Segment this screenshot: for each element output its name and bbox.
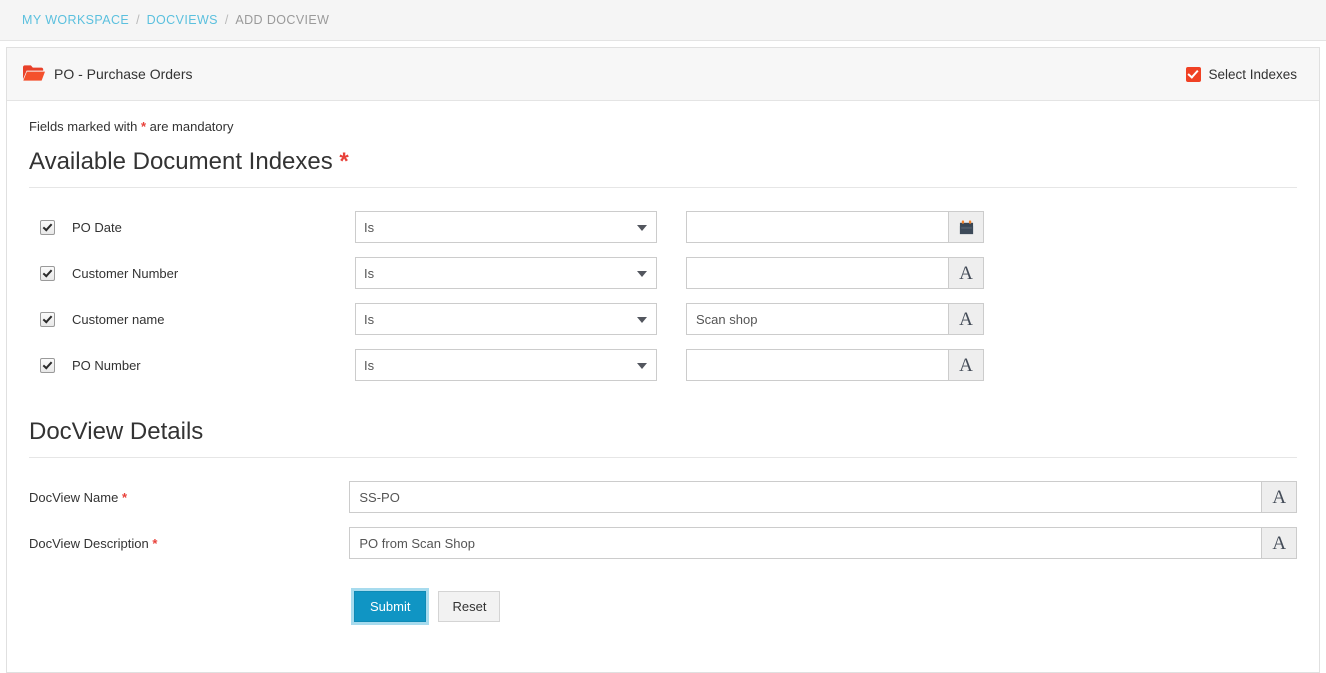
- index-operator-wrap: Is: [355, 349, 657, 381]
- breadcrumb-separator: /: [225, 13, 228, 27]
- index-value-input-po-number[interactable]: [686, 349, 948, 381]
- index-operator-select-customer-name[interactable]: Is: [355, 303, 657, 335]
- index-checkbox-customer-name[interactable]: [40, 312, 55, 327]
- breadcrumb-item-docviews[interactable]: DOCVIEWS: [147, 13, 218, 27]
- index-checkbox-cell: [29, 358, 72, 373]
- index-checkbox-cell: [29, 220, 72, 235]
- available-indexes-title-text: Available Document Indexes: [29, 148, 333, 175]
- text-type-button[interactable]: A: [948, 349, 984, 381]
- available-indexes-required-star: *: [339, 148, 348, 175]
- text-type-button[interactable]: A: [1261, 481, 1297, 513]
- index-label-po-date: PO Date: [72, 220, 355, 235]
- docview-name-label: DocView Name *: [29, 490, 349, 505]
- alpha-type-icon: A: [1272, 534, 1286, 553]
- select-indexes-checkbox[interactable]: [1186, 67, 1201, 82]
- available-indexes-title: Available Document Indexes *: [29, 148, 1297, 176]
- reset-button[interactable]: Reset: [438, 591, 500, 622]
- index-value-group-po-number: A: [686, 349, 984, 381]
- alpha-type-icon: A: [959, 310, 973, 329]
- detail-row: DocView Description * A: [29, 520, 1297, 566]
- docview-name-input[interactable]: [349, 481, 1261, 513]
- index-value-input-po-date[interactable]: [686, 211, 948, 243]
- section-divider: [29, 187, 1297, 188]
- docview-panel: PO - Purchase Orders Select Indexes Fiel…: [6, 47, 1320, 673]
- alpha-type-icon: A: [1272, 488, 1286, 507]
- text-type-button[interactable]: A: [948, 257, 984, 289]
- docview-details-section: DocView Details DocView Name * A DocView…: [29, 418, 1297, 622]
- index-operator-select-po-number[interactable]: Is: [355, 349, 657, 381]
- panel-title: PO - Purchase Orders: [54, 66, 193, 82]
- alpha-type-icon: A: [959, 264, 973, 283]
- calendar-picker-button[interactable]: [948, 211, 984, 243]
- index-operator-wrap: Is: [355, 257, 657, 289]
- index-checkbox-cell: [29, 312, 72, 327]
- index-value-input-customer-number[interactable]: [686, 257, 948, 289]
- index-checkbox-po-number[interactable]: [40, 358, 55, 373]
- index-checkbox-cell: [29, 266, 72, 281]
- docview-details-title: DocView Details: [29, 418, 1297, 446]
- docview-name-required-star: *: [122, 490, 127, 505]
- breadcrumb: MY WORKSPACE / DOCVIEWS / ADD DOCVIEW: [0, 0, 1326, 41]
- breadcrumb-item-add-docview: ADD DOCVIEW: [235, 13, 329, 27]
- mandatory-note-prefix: Fields marked with: [29, 119, 141, 134]
- index-operator-select-po-date[interactable]: Is: [355, 211, 657, 243]
- detail-row: DocView Name * A: [29, 474, 1297, 520]
- details-divider: [29, 457, 1297, 458]
- form-actions: Submit Reset: [29, 591, 1297, 622]
- docview-description-input[interactable]: [349, 527, 1261, 559]
- docview-description-label: DocView Description *: [29, 536, 349, 551]
- index-operator-wrap: Is: [355, 303, 657, 335]
- docview-description-required-star: *: [152, 536, 157, 551]
- breadcrumb-separator: /: [136, 13, 139, 27]
- index-operator-select-customer-number[interactable]: Is: [355, 257, 657, 289]
- text-type-button[interactable]: A: [948, 303, 984, 335]
- index-checkbox-po-date[interactable]: [40, 220, 55, 235]
- index-label-po-number: PO Number: [72, 358, 355, 373]
- panel-body: Fields marked with * are mandatory Avail…: [7, 101, 1319, 622]
- docview-description-label-text: DocView Description: [29, 536, 149, 551]
- index-row: Customer name Is A: [29, 296, 1297, 342]
- index-row: PO Number Is A: [29, 342, 1297, 388]
- text-type-button[interactable]: A: [1261, 527, 1297, 559]
- folder-icon: [23, 65, 45, 84]
- index-checkbox-customer-number[interactable]: [40, 266, 55, 281]
- index-value-input-customer-name[interactable]: [686, 303, 948, 335]
- index-value-group-customer-name: A: [686, 303, 984, 335]
- select-indexes-label: Select Indexes: [1208, 67, 1297, 82]
- mandatory-note-suffix: are mandatory: [146, 119, 233, 134]
- index-row: PO Date Is: [29, 204, 1297, 250]
- panel-header-left: PO - Purchase Orders: [23, 65, 1186, 84]
- index-value-group-customer-number: A: [686, 257, 984, 289]
- calendar-icon: [959, 220, 974, 235]
- index-value-group-po-date: [686, 211, 984, 243]
- docview-name-label-text: DocView Name: [29, 490, 118, 505]
- submit-button[interactable]: Submit: [354, 591, 426, 622]
- index-operator-wrap: Is: [355, 211, 657, 243]
- mandatory-note: Fields marked with * are mandatory: [29, 119, 1297, 134]
- alpha-type-icon: A: [959, 356, 973, 375]
- index-row: Customer Number Is A: [29, 250, 1297, 296]
- breadcrumb-item-my-workspace[interactable]: MY WORKSPACE: [22, 13, 129, 27]
- index-label-customer-name: Customer name: [72, 312, 355, 327]
- select-indexes-control[interactable]: Select Indexes: [1186, 67, 1297, 82]
- index-label-customer-number: Customer Number: [72, 266, 355, 281]
- panel-header: PO - Purchase Orders Select Indexes: [7, 48, 1319, 101]
